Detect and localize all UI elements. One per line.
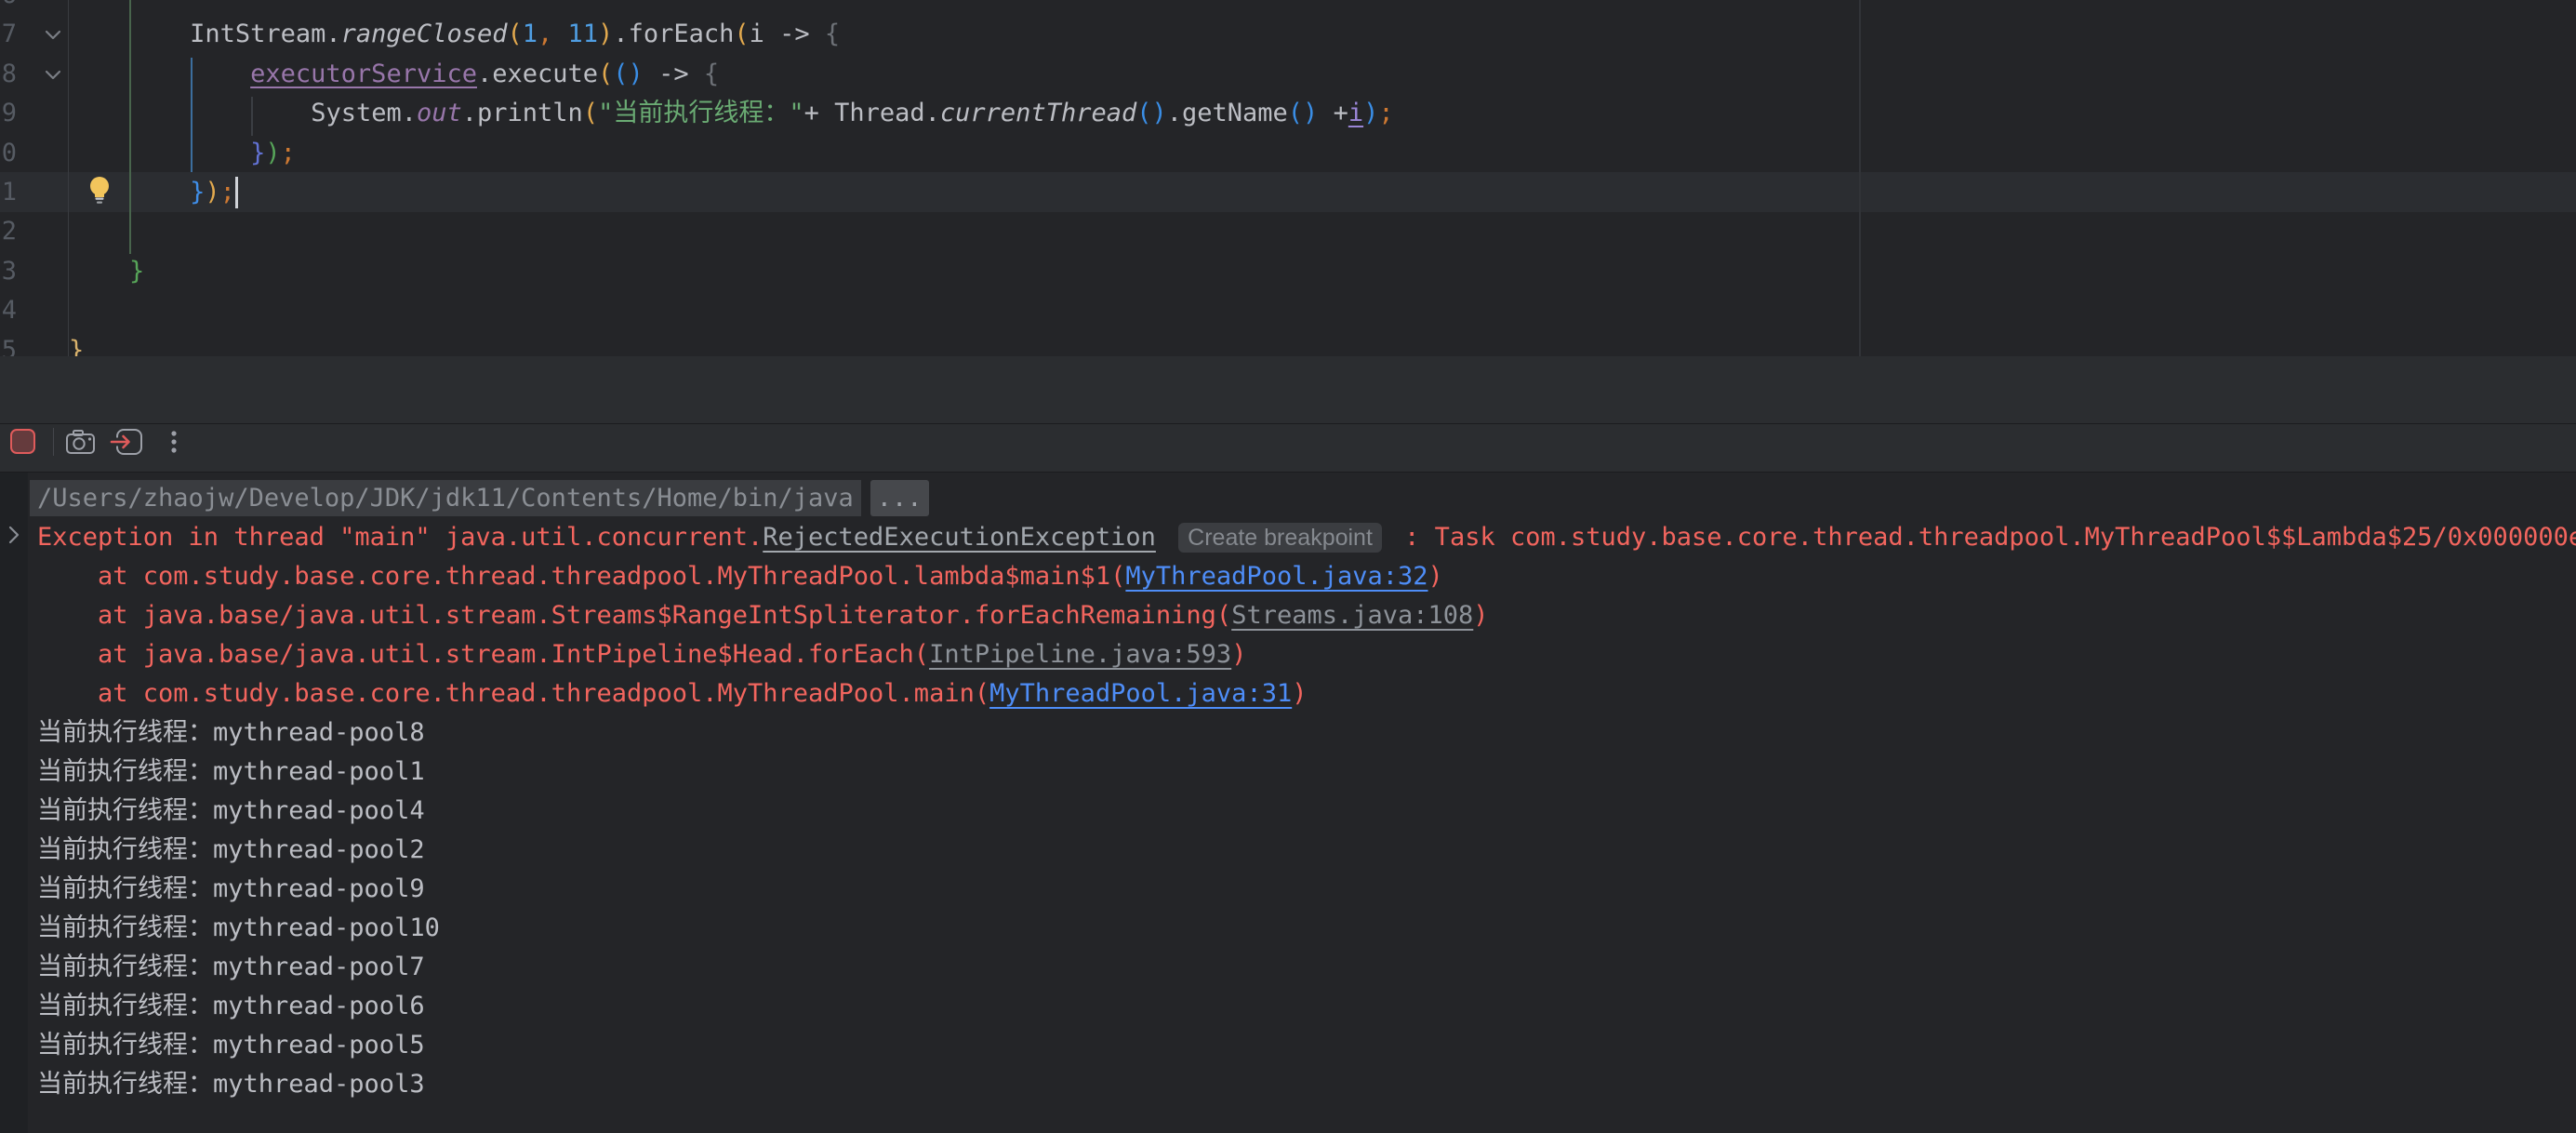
java-command-line[interactable]: /Users/zhaojw/Develop/JDK/jdk11/Contents…: [30, 480, 861, 516]
run-toolwindow-header: 行 MyThreadPool: [0, 356, 2576, 424]
error-text: Exception in thread "main" java.util.con…: [37, 523, 763, 552]
console-line: 当前执行线程：mythread-pool5: [37, 1026, 425, 1065]
stacktrace-file-link[interactable]: MyThreadPool.java:32: [1125, 562, 1427, 591]
program-output: 当前执行线程：mythread-pool7: [37, 953, 425, 981]
folded-text[interactable]: ...: [870, 480, 929, 516]
more-options-icon[interactable]: [167, 427, 180, 460]
console-line: 当前执行线程：mythread-pool10: [37, 909, 440, 948]
stacktrace-file-link[interactable]: MyThreadPool.java:31: [989, 679, 1292, 708]
right-margin-guide: [1859, 0, 1861, 356]
error-text: : Task com.study.base.core.thread.thread…: [1404, 523, 2576, 552]
program-output: 当前执行线程：mythread-pool4: [37, 796, 425, 825]
error-text: ): [1428, 562, 1443, 591]
program-output: 当前执行线程：mythread-pool3: [37, 1070, 425, 1099]
code-line-28: executorService.execute(() -> {: [69, 55, 719, 94]
exception-class-link[interactable]: RejectedExecutionException: [763, 523, 1156, 552]
error-text: ): [1292, 679, 1307, 708]
code-line-30: });: [69, 134, 296, 173]
error-text: at java.base/java.util.stream.Streams$Ra…: [37, 601, 1231, 630]
caret-line-highlight: [0, 172, 2576, 212]
console-line: at java.base/java.util.stream.IntPipelin…: [37, 635, 1246, 674]
program-output: 当前执行线程：mythread-pool8: [37, 718, 425, 747]
run-console-output[interactable]: /Users/zhaojw/Develop/JDK/jdk11/Contents…: [0, 473, 2576, 1133]
console-line: 当前执行线程：mythread-pool8: [37, 713, 425, 753]
console-line: at com.study.base.core.thread.threadpool…: [37, 674, 1307, 713]
code-line-33: }: [69, 252, 144, 291]
console-line: 当前执行线程：mythread-pool9: [37, 870, 425, 909]
error-text: ): [1473, 601, 1488, 630]
run-console-toolbar: [0, 424, 2576, 472]
error-text: at java.base/java.util.stream.IntPipelin…: [37, 640, 929, 669]
console-line: Exception in thread "main" java.util.con…: [37, 518, 2576, 557]
fold-collapse-icon[interactable]: [43, 68, 63, 83]
program-output: 当前执行线程：mythread-pool5: [37, 1031, 425, 1060]
code-line-31: });: [69, 173, 235, 212]
stacktrace-file-link[interactable]: Streams.java:108: [1231, 601, 1473, 630]
console-line: 当前执行线程：mythread-pool7: [37, 948, 425, 987]
program-output: 当前执行线程：mythread-pool2: [37, 835, 425, 864]
program-output: 当前执行线程：mythread-pool10: [37, 913, 440, 942]
error-text: at com.study.base.core.thread.threadpool…: [37, 679, 989, 708]
console-line: /Users/zhaojw/Develop/JDK/jdk11/Contents…: [37, 479, 929, 518]
fold-collapse-icon[interactable]: [43, 28, 63, 43]
console-line: at java.base/java.util.stream.Streams$Ra…: [37, 596, 1489, 635]
ide-window: { "toolwindow": { "label": "行" }, "tab":…: [0, 0, 2576, 1133]
console-line: 当前执行线程：mythread-pool3: [37, 1065, 425, 1104]
camera-icon[interactable]: [65, 429, 97, 460]
console-line: 当前执行线程：mythread-pool6: [37, 987, 425, 1026]
code-line-35: }: [69, 331, 84, 356]
exit-arrow-icon[interactable]: [108, 426, 145, 461]
program-output: 当前执行线程：mythread-pool1: [37, 757, 425, 786]
program-output: 当前执行线程：mythread-pool6: [37, 992, 425, 1020]
stop-button[interactable]: [10, 429, 35, 454]
stacktrace-file-link[interactable]: IntPipeline.java:593: [929, 640, 1231, 669]
create-breakpoint-chip[interactable]: Create breakpoint: [1178, 523, 1382, 553]
error-text: ): [1231, 640, 1246, 669]
console-line: 当前执行线程：mythread-pool4: [37, 792, 425, 831]
code-line-29: System.out.println("当前执行线程："+ Thread.cur…: [69, 94, 1394, 133]
console-gutter: [0, 473, 28, 1133]
console-line: 当前执行线程：mythread-pool1: [37, 753, 425, 792]
code-editor[interactable]: 26272829303132333435 IntStream.rangeClos…: [0, 0, 2576, 356]
text-caret: [235, 177, 238, 208]
console-line: 当前执行线程：mythread-pool2: [37, 831, 425, 870]
program-output: 当前执行线程：mythread-pool9: [37, 874, 425, 903]
code-line-27: IntStream.rangeClosed(1, 11).forEach(i -…: [69, 15, 840, 54]
error-text: at com.study.base.core.thread.threadpool…: [37, 562, 1125, 591]
toolbar-separator: [53, 428, 54, 456]
console-line: at com.study.base.core.thread.threadpool…: [37, 557, 1443, 596]
fold-expand-icon[interactable]: [5, 524, 23, 546]
